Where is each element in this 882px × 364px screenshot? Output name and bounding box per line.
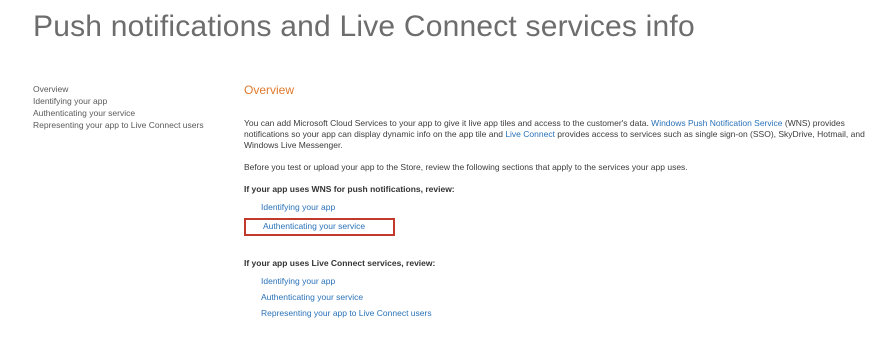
- sidebar-item-identifying-your-app[interactable]: Identifying your app: [33, 95, 223, 107]
- wns-link-list: Identifying your app Authenticating your…: [244, 202, 879, 236]
- list-item: Identifying your app: [261, 276, 879, 287]
- wns-review-heading: If your app uses WNS for push notificati…: [244, 184, 455, 194]
- live-representing-link[interactable]: Representing your app to Live Connect us…: [261, 308, 432, 318]
- live-connect-link[interactable]: Live Connect: [505, 129, 555, 139]
- sidebar-nav: Overview Identifying your app Authentica…: [33, 83, 223, 131]
- intro-paragraph: You can add Microsoft Cloud Services to …: [244, 118, 879, 151]
- list-item: Identifying your app: [261, 202, 879, 213]
- main-content: Overview You can add Microsoft Cloud Ser…: [244, 82, 879, 324]
- live-link-list: Identifying your app Authenticating your…: [244, 276, 879, 319]
- list-item: Representing your app to Live Connect us…: [261, 308, 879, 319]
- intro-text-1: You can add Microsoft Cloud Services to …: [244, 118, 652, 128]
- wns-link[interactable]: Windows Push Notification Service: [651, 118, 782, 128]
- sidebar-item-authenticating-your-service[interactable]: Authenticating your service: [33, 107, 223, 119]
- page-title: Push notifications and Live Connect serv…: [33, 10, 695, 43]
- before-paragraph: Before you test or upload your app to th…: [244, 162, 688, 172]
- wns-identifying-link[interactable]: Identifying your app: [261, 202, 335, 212]
- sidebar-item-representing-your-app[interactable]: Representing your app to Live Connect us…: [33, 119, 223, 131]
- live-identifying-link[interactable]: Identifying your app: [261, 276, 335, 286]
- list-item: Authenticating your service: [261, 292, 879, 303]
- highlight-box: Authenticating your service: [244, 218, 396, 236]
- live-authenticating-link[interactable]: Authenticating your service: [261, 292, 363, 302]
- list-item: Authenticating your service: [244, 218, 879, 236]
- sidebar-item-overview[interactable]: Overview: [33, 83, 223, 95]
- wns-authenticating-link[interactable]: Authenticating your service: [263, 221, 365, 231]
- live-review-heading: If your app uses Live Connect services, …: [244, 258, 436, 268]
- section-heading-overview: Overview: [244, 83, 295, 97]
